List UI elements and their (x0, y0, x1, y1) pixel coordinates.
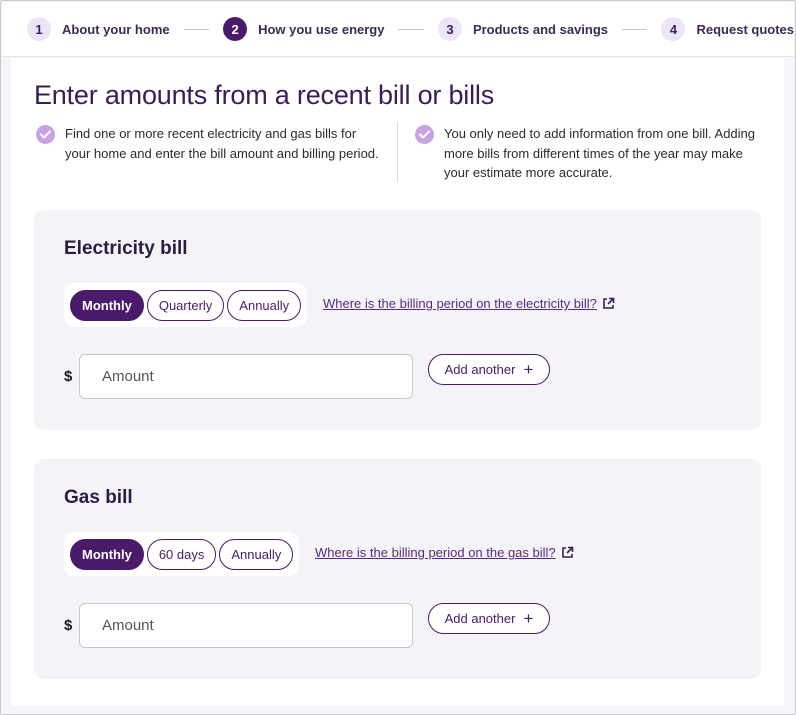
help-link-text: Where is the billing period on the gas b… (315, 545, 556, 560)
plus-icon: + (523, 360, 534, 379)
help-link-text: Where is the billing period on the elect… (323, 296, 597, 311)
electricity-billing-help-link[interactable]: Where is the billing period on the elect… (323, 296, 615, 311)
step-request-quotes[interactable]: 4 Request quotes (661, 17, 794, 41)
period-monthly-button[interactable]: Monthly (70, 289, 144, 321)
step-label: About your home (62, 21, 170, 37)
app-frame: 1 About your home 2 How you use energy 3… (0, 0, 796, 715)
period-annually-button[interactable]: Annually (219, 538, 294, 570)
step-connector (398, 28, 424, 30)
step-number: 3 (437, 17, 462, 41)
check-circle-icon (415, 125, 434, 144)
external-link-icon (603, 297, 615, 309)
page-title: Enter amounts from a recent bill or bill… (34, 80, 494, 110)
step-connector (622, 28, 648, 30)
currency-symbol: $ (64, 368, 73, 385)
info-divider (397, 122, 398, 182)
period-quarterly-button[interactable]: Quarterly (146, 289, 225, 321)
electricity-amount-input[interactable] (79, 354, 413, 399)
gas-amount-input[interactable] (79, 603, 413, 648)
check-circle-icon (36, 125, 55, 144)
step-label: Products and savings (472, 21, 609, 37)
step-label: How you use energy (258, 21, 385, 37)
gas-billing-help-link[interactable]: Where is the billing period on the gas b… (315, 545, 574, 560)
step-products-and-savings[interactable]: 3 Products and savings (437, 17, 609, 41)
currency-symbol: $ (64, 617, 73, 634)
info-text-left: Find one or more recent electricity and … (65, 126, 379, 161)
electricity-add-another-button[interactable]: Add another + (428, 354, 550, 385)
gas-period-selector: Monthly 60 days Annually (64, 532, 300, 576)
plus-icon: + (523, 609, 534, 628)
period-annually-button[interactable]: Annually (227, 289, 302, 321)
step-number: 1 (27, 17, 51, 41)
electricity-period-selector: Monthly Quarterly Annually (64, 283, 308, 327)
gas-add-another-button[interactable]: Add another + (428, 603, 550, 634)
add-another-label: Add another (444, 362, 516, 377)
info-text-right: You only need to add information from on… (444, 126, 756, 180)
step-number: 2 (223, 17, 248, 41)
step-number: 4 (661, 17, 686, 41)
step-about-your-home[interactable]: 1 About your home (27, 17, 170, 41)
gas-bill-title: Gas bill (64, 487, 133, 508)
period-monthly-button[interactable]: Monthly (70, 538, 144, 570)
step-connector (183, 28, 210, 30)
gas-bill-card: Gas bill Monthly 60 days Annually Where … (34, 459, 761, 679)
step-label: Request quotes (696, 21, 794, 37)
add-another-label: Add another (444, 611, 516, 626)
electricity-bill-title: Electricity bill (64, 238, 188, 259)
progress-stepper: 1 About your home 2 How you use energy 3… (2, 2, 794, 57)
electricity-bill-card: Electricity bill Monthly Quarterly Annua… (34, 210, 761, 430)
main-content: Enter amounts from a recent bill or bill… (11, 58, 784, 706)
info-tip-left: Find one or more recent electricity and … (36, 124, 381, 163)
step-how-you-use-energy[interactable]: 2 How you use energy (223, 17, 384, 41)
info-tip-right: You only need to add information from on… (415, 124, 765, 183)
period-60-days-button[interactable]: 60 days (146, 538, 217, 570)
external-link-icon (561, 546, 573, 558)
